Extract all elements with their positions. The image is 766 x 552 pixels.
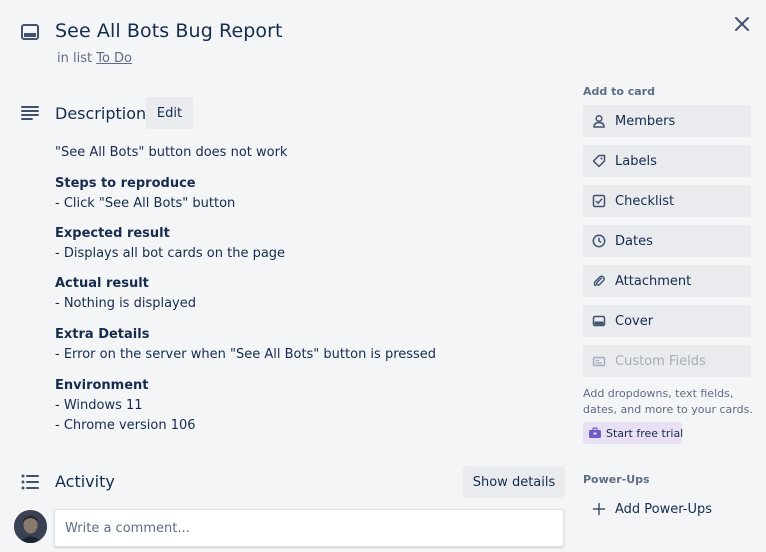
- activity-heading: Activity: [55, 472, 115, 491]
- clock-icon: [592, 234, 606, 248]
- edit-description-button[interactable]: Edit: [146, 97, 193, 129]
- power-ups-heading: Power-Ups: [583, 473, 650, 486]
- cover-icon: [592, 314, 606, 328]
- section-line: - Windows 11: [55, 398, 143, 413]
- person-icon: [592, 114, 606, 128]
- add-power-ups-button[interactable]: Add Power-Ups: [583, 497, 751, 521]
- avatar[interactable]: [14, 510, 47, 543]
- section-line: - Click "See All Bots" button: [55, 196, 236, 211]
- list-link[interactable]: To Do: [96, 51, 132, 66]
- checkbox-icon: [592, 194, 606, 208]
- section-title: Environment: [55, 378, 149, 393]
- briefcase-icon: [588, 427, 602, 439]
- custom-fields-description: Add dropdowns, text fields, dates, and m…: [583, 387, 753, 416]
- activity-icon: [20, 472, 40, 492]
- labels-button[interactable]: Labels: [583, 145, 751, 177]
- in-list-prefix: in list: [57, 51, 93, 66]
- paperclip-icon: [592, 274, 606, 288]
- section-line: - Error on the server when "See All Bots…: [55, 347, 437, 362]
- attachment-button[interactable]: Attachment: [583, 265, 751, 297]
- checklist-label: Checklist: [615, 193, 675, 209]
- description-section: Extra Details - Error on the server when…: [55, 325, 555, 365]
- tag-icon: [592, 154, 606, 168]
- checklist-button[interactable]: Checklist: [583, 185, 751, 217]
- cover-label: Cover: [615, 313, 654, 329]
- section-line: - Chrome version 106: [55, 418, 196, 433]
- start-free-trial-button[interactable]: Start free trial: [583, 422, 684, 444]
- card-icon: [20, 22, 40, 42]
- dates-label: Dates: [615, 233, 653, 249]
- attachment-label: Attachment: [615, 273, 692, 289]
- custom-fields-button[interactable]: Custom Fields: [583, 345, 751, 377]
- custom-fields-icon: [592, 354, 606, 368]
- close-icon: [735, 17, 749, 31]
- labels-label: Labels: [615, 153, 657, 169]
- members-button[interactable]: Members: [583, 105, 751, 137]
- section-line: - Nothing is displayed: [55, 296, 197, 311]
- add-to-card-heading: Add to card: [583, 85, 655, 98]
- section-line: - Displays all bot cards on the page: [55, 246, 286, 261]
- description-body[interactable]: "See All Bots" button does not work Step…: [55, 143, 555, 436]
- in-list-text: in list To Do: [57, 51, 132, 66]
- card-title[interactable]: See All Bots Bug Report: [55, 20, 283, 42]
- start-free-trial-label: Start free trial: [606, 426, 684, 440]
- description-section: Actual result - Nothing is displayed: [55, 274, 555, 314]
- description-section: Steps to reproduce - Click "See All Bots…: [55, 174, 555, 214]
- section-title: Actual result: [55, 276, 149, 291]
- comment-input[interactable]: [54, 509, 564, 547]
- description-section: Expected result - Displays all bot cards…: [55, 224, 555, 264]
- description-icon: [20, 103, 40, 123]
- plus-icon: [592, 502, 606, 516]
- dates-button[interactable]: Dates: [583, 225, 751, 257]
- close-button[interactable]: [731, 13, 753, 35]
- section-title: Steps to reproduce: [55, 176, 196, 191]
- description-heading: Description: [55, 104, 147, 123]
- add-power-ups-label: Add Power-Ups: [615, 501, 713, 517]
- description-intro: "See All Bots" button does not work: [55, 145, 288, 160]
- cover-button[interactable]: Cover: [583, 305, 751, 337]
- description-section: Environment - Windows 11 - Chrome versio…: [55, 376, 555, 436]
- custom-fields-label: Custom Fields: [615, 353, 706, 369]
- members-label: Members: [615, 113, 676, 129]
- section-title: Extra Details: [55, 327, 150, 342]
- show-details-button[interactable]: Show details: [463, 466, 565, 498]
- section-title: Expected result: [55, 226, 170, 241]
